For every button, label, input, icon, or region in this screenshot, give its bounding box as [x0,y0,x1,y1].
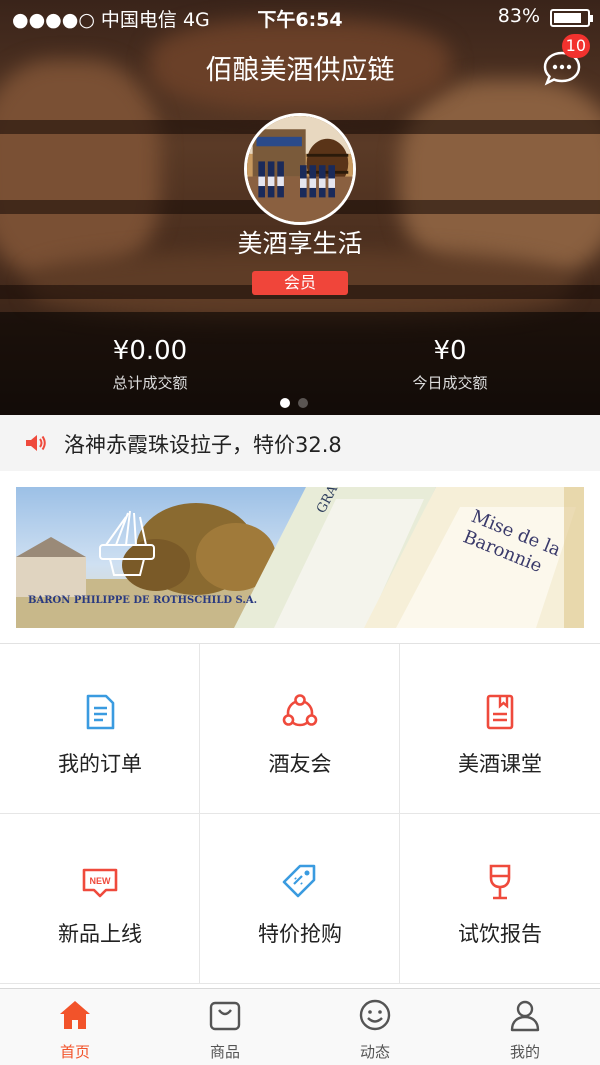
grid-label: 酒友会 [268,752,332,776]
banner-section: GRAVES Mise de la Baronnie BARON PHILIPP… [0,471,600,643]
unread-badge: 10 [561,34,590,58]
new-badge-icon: NEW [82,868,118,898]
total-sales-stat: ¥0.00 总计成交额 [50,336,250,393]
group-circle-icon [282,694,318,727]
user-icon [510,1000,540,1032]
tab-me[interactable]: 我的 [450,997,600,1062]
carousel-dot[interactable] [280,398,290,408]
grid-item-new-arrivals[interactable]: NEW 新品上线 [0,814,200,984]
wine-glass-icon [489,864,511,900]
tab-label: 动态 [359,1043,390,1061]
total-sales-value: ¥0.00 [112,336,188,366]
battery-percent: 83% [497,5,540,27]
status-bar: ●●●●○ 中国电信 4G 下午6:54 83% [0,0,600,34]
battery-icon [550,9,593,27]
banner-caption: BARON PHILIPPE DE ROTHSCHILD S.A. [28,595,258,606]
grid-item-tasting-report[interactable]: 试饮报告 [400,814,600,984]
feature-grid: 我的订单 酒友会 美酒课堂 NEW 新品上线 特价抢购 试饮报告 [0,643,600,988]
bottom-tab-bar: 首页 商品 动态 我的 [0,988,600,1065]
home-icon [60,1001,90,1029]
document-icon [86,694,115,730]
total-sales-label: 总计成交额 [112,374,188,392]
tab-moments[interactable]: 动态 [300,997,450,1062]
speaker-icon [26,435,46,451]
grid-item-special-offer[interactable]: 特价抢购 [200,814,400,984]
announcement-bar[interactable]: 洛神赤霞珠设拉子，特价32.8 [0,415,600,471]
grid-label: 试饮报告 [458,922,542,946]
member-badge: 会员 [252,271,348,295]
store-name: 美酒享生活 [237,229,363,258]
tab-label: 我的 [509,1043,540,1061]
bag-icon [209,1001,241,1031]
carousel-dot[interactable] [298,398,308,408]
today-sales-stat: ¥0 今日成交额 [350,336,550,393]
today-sales-value: ¥0 [433,336,467,366]
grid-item-wine-club[interactable]: 酒友会 [200,644,400,814]
messages-button[interactable]: 10 [542,34,590,88]
grid-item-my-orders[interactable]: 我的订单 [0,644,200,814]
tab-products[interactable]: 商品 [150,997,300,1062]
store-photo [247,116,353,222]
announcement-text: 洛神赤霞珠设拉子，特价32.8 [64,433,342,457]
profile-header: ●●●●○ 中国电信 4G 下午6:54 83% 佰酿美酒供应链 10 美酒享生… [0,0,600,415]
today-sales-label: 今日成交额 [412,374,488,392]
tab-home[interactable]: 首页 [0,997,150,1062]
svg-text:NEW: NEW [90,876,112,886]
book-icon [486,694,514,730]
tab-label: 商品 [209,1043,240,1061]
tab-label: 首页 [59,1043,90,1061]
promo-banner[interactable]: GRAVES Mise de la Baronnie BARON PHILIPP… [16,487,584,628]
smiley-icon [359,999,391,1031]
grid-label: 美酒课堂 [458,752,542,776]
avatar[interactable] [244,113,356,225]
grid-label: 我的订单 [58,752,142,776]
carousel-dots[interactable] [280,393,316,412]
grid-label: 新品上线 [58,922,142,946]
grid-item-wine-class[interactable]: 美酒课堂 [400,644,600,814]
price-tag-icon [282,864,316,898]
page-title: 佰酿美酒供应链 [205,55,395,86]
grid-label: 特价抢购 [258,922,342,946]
